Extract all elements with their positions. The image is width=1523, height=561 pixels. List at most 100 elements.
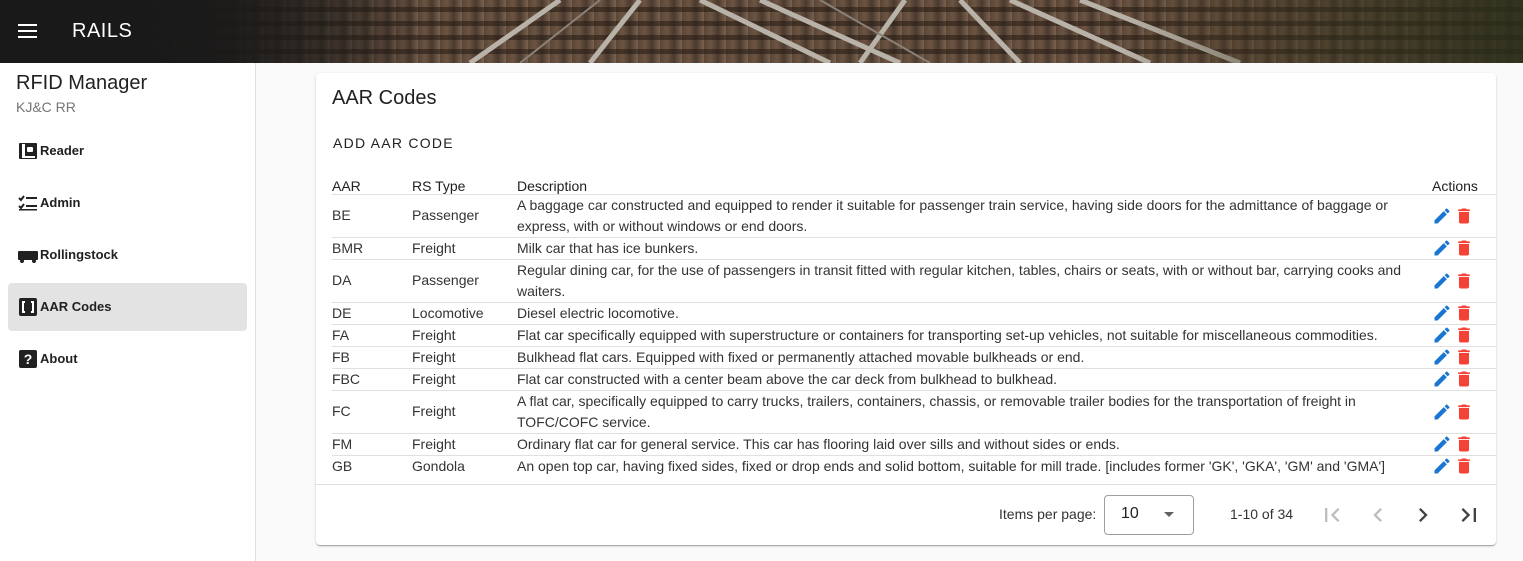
train-car-icon xyxy=(18,251,38,263)
delete-icon[interactable] xyxy=(1454,271,1474,291)
sidebar-item-aar-codes[interactable]: AAR Codes xyxy=(8,283,247,331)
contactless-icon xyxy=(19,143,37,159)
delete-icon[interactable] xyxy=(1454,434,1474,454)
sidebar-subtitle: KJ&C RR xyxy=(16,99,76,115)
cell-description: Diesel electric locomotive. xyxy=(517,301,1432,324)
cell-description: A baggage car constructed and equipped t… xyxy=(517,193,1432,237)
sidebar-item-label: Admin xyxy=(40,195,81,210)
cell-aar: BE xyxy=(332,193,412,237)
cell-description: Flat car constructed with a center beam … xyxy=(517,367,1432,390)
cell-aar: DE xyxy=(332,301,412,324)
cell-actions xyxy=(1432,454,1496,477)
edit-icon[interactable] xyxy=(1432,238,1452,258)
edit-icon[interactable] xyxy=(1432,402,1452,422)
cell-aar: FM xyxy=(332,432,412,455)
delete-icon[interactable] xyxy=(1454,402,1474,422)
row-actions xyxy=(1432,271,1496,291)
row-actions xyxy=(1432,369,1496,389)
cell-rs-type: Freight xyxy=(412,389,517,433)
column-header-actions: Actions xyxy=(1432,177,1478,194)
last-page-icon[interactable] xyxy=(1455,501,1483,529)
table-row: FA Freight Flat car specifically equipped … xyxy=(332,323,1496,346)
table-row: BE Passenger A baggage car constructed and… xyxy=(332,193,1496,237)
edit-icon[interactable] xyxy=(1432,325,1452,345)
edit-icon[interactable] xyxy=(1432,303,1452,323)
header-shade-left xyxy=(0,0,430,63)
paginator-range-label: 1-10 of 34 xyxy=(1230,506,1294,522)
row-actions xyxy=(1432,303,1496,323)
cell-rs-type: Freight xyxy=(412,367,517,390)
aar-codes-card: AAR Codes ADD AAR CODE AAR RS Type Descr… xyxy=(316,73,1496,545)
table-header-row: AAR RS Type Description Actions xyxy=(332,174,1496,194)
cell-description: Ordinary flat car for general service. T… xyxy=(517,432,1432,455)
previous-page-icon[interactable] xyxy=(1364,501,1392,529)
column-header-aar[interactable]: AAR xyxy=(332,174,412,194)
table-body: BE Passenger A baggage car constructed and… xyxy=(332,193,1496,477)
table-row: FBC Freight Flat car constructed with a ce… xyxy=(332,367,1496,390)
cell-rs-type: Gondola xyxy=(412,454,517,477)
row-actions xyxy=(1432,238,1496,258)
cell-rs-type: Freight xyxy=(412,323,517,346)
row-actions xyxy=(1432,434,1496,454)
row-actions xyxy=(1432,456,1496,476)
sidebar-item-admin[interactable]: Admin xyxy=(8,179,247,227)
sidebar-item-rollingstock[interactable]: Rollingstock xyxy=(8,231,247,279)
cell-description: A flat car, specifically equipped to car… xyxy=(517,389,1432,433)
cell-description: Milk car that has ice bunkers. xyxy=(517,236,1432,259)
delete-icon[interactable] xyxy=(1454,206,1474,226)
table-row: DA Passenger Regular dining car, for the u… xyxy=(332,258,1496,302)
sidebar-item-label: About xyxy=(40,351,78,366)
delete-icon[interactable] xyxy=(1454,325,1474,345)
help-icon: ? xyxy=(19,350,37,368)
edit-icon[interactable] xyxy=(1432,271,1452,291)
aar-codes-table: AAR RS Type Description Actions BE Passen… xyxy=(332,174,1496,477)
table-row: FC Freight A flat car, specifically equipp… xyxy=(332,389,1496,433)
sidebar: RFID Manager KJ&C RR Reader Admin Rollin… xyxy=(0,63,256,561)
edit-icon[interactable] xyxy=(1432,206,1452,226)
next-page-icon[interactable] xyxy=(1409,501,1437,529)
paginator: Items per page: 10 1-10 of 34 xyxy=(316,484,1496,544)
sidebar-item-reader[interactable]: Reader xyxy=(8,127,247,175)
edit-icon[interactable] xyxy=(1432,434,1452,454)
cell-actions xyxy=(1432,323,1496,346)
first-page-icon[interactable] xyxy=(1318,501,1346,529)
cell-rs-type: Passenger xyxy=(412,193,517,237)
column-header-description[interactable]: Description xyxy=(517,174,1432,194)
sidebar-item-label: Rollingstock xyxy=(40,247,119,262)
chevron-down-icon xyxy=(1164,512,1174,517)
cell-rs-type: Passenger xyxy=(412,258,517,302)
cell-rs-type: Locomotive xyxy=(412,301,517,324)
edit-icon[interactable] xyxy=(1432,456,1452,476)
row-actions xyxy=(1432,347,1496,367)
cell-rs-type: Freight xyxy=(412,432,517,455)
cell-description: Flat car specifically equipped with supe… xyxy=(517,323,1432,346)
table-row: BMR Freight Milk car that has ice bunkers. xyxy=(332,236,1496,259)
row-actions xyxy=(1432,206,1496,226)
delete-icon[interactable] xyxy=(1454,369,1474,389)
sidebar-item-label: AAR Codes xyxy=(40,299,112,314)
cell-description: An open top car, having fixed sides, fix… xyxy=(517,454,1432,477)
menu-icon[interactable] xyxy=(16,19,40,43)
cell-aar: FBC xyxy=(332,367,412,390)
column-header-rs-type[interactable]: RS Type xyxy=(412,174,517,194)
edit-icon[interactable] xyxy=(1432,347,1452,367)
cell-actions xyxy=(1432,432,1496,455)
edit-icon[interactable] xyxy=(1432,369,1452,389)
add-aar-code-button[interactable]: ADD AAR CODE xyxy=(325,127,462,159)
delete-icon[interactable] xyxy=(1454,238,1474,258)
cell-aar: FC xyxy=(332,389,412,433)
app-title: RAILS xyxy=(72,20,133,42)
cell-actions xyxy=(1432,389,1496,433)
row-actions xyxy=(1432,402,1496,422)
table-row: FB Freight Bulkhead flat cars. Equipped wi… xyxy=(332,345,1496,368)
cell-description: Regular dining car, for the use of passe… xyxy=(517,258,1432,302)
delete-icon[interactable] xyxy=(1454,303,1474,323)
cell-aar: DA xyxy=(332,258,412,302)
sidebar-item-label: Reader xyxy=(40,143,85,158)
sidebar-item-about[interactable]: ? About xyxy=(8,335,247,383)
delete-icon[interactable] xyxy=(1454,347,1474,367)
items-per-page-select[interactable]: 10 xyxy=(1104,495,1194,535)
data-array-icon xyxy=(19,298,37,316)
cell-actions xyxy=(1432,301,1496,324)
delete-icon[interactable] xyxy=(1454,456,1474,476)
